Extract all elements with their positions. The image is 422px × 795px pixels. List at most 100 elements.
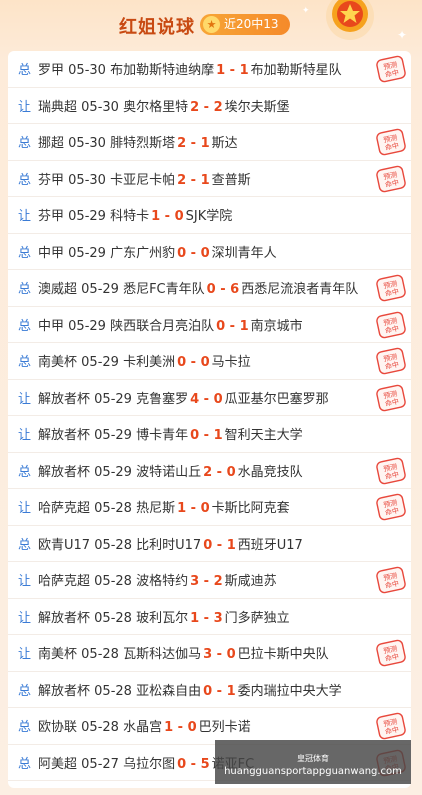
score: 1 - 0 xyxy=(177,501,210,517)
league: 罗甲 xyxy=(38,63,65,79)
away-team: 智利天主大学 xyxy=(224,428,303,444)
home-score: 4 xyxy=(190,391,200,407)
away-score: 2 xyxy=(213,574,223,590)
match-date: 05-30 xyxy=(68,63,106,79)
table-row[interactable]: 总罗甲 05-30 布加勒斯特迪纳摩 1 - 1 布加勒斯特星队 预测 命中 xyxy=(8,51,411,88)
home-score: 3 xyxy=(203,647,213,663)
away-score: 6 xyxy=(230,282,240,298)
home-score: 1 xyxy=(216,63,226,79)
league: 欧青U17 xyxy=(38,537,91,553)
match-date: 05-29 xyxy=(81,282,119,298)
home-team: 广东广州豹 xyxy=(110,245,176,261)
table-row[interactable]: 让哈萨克超 05-28 热尼斯 1 - 0 卡斯比阿克套 预测 命中 xyxy=(8,489,411,526)
score: 2 - 2 xyxy=(190,99,223,115)
league: 澳威超 xyxy=(38,282,78,298)
table-row[interactable]: 总中甲 05-29 广东广州豹 0 - 0 深圳青年人 xyxy=(8,234,411,270)
score: 4 - 0 xyxy=(190,391,223,407)
score: 0 - 0 xyxy=(177,355,210,371)
table-row[interactable]: 总挪超 05-30 腓特烈斯塔 2 - 1 斯达 预测 命中 xyxy=(8,124,411,161)
home-team: 卡亚尼卡帕 xyxy=(110,172,176,188)
table-row[interactable]: 让瑞典超 05-30 奥尔格里特 2 - 2 埃尔夫斯堡 xyxy=(8,88,411,124)
away-score: 0 xyxy=(213,391,223,407)
bet-type: 总 xyxy=(18,282,32,298)
away-team: 马卡拉 xyxy=(211,355,251,371)
away-team: 巴拉卡斯中央队 xyxy=(237,647,329,663)
score: 1 - 3 xyxy=(190,610,223,626)
bet-type: 总 xyxy=(18,537,32,553)
star-icon: ★ xyxy=(203,16,220,33)
match-date: 05-27 xyxy=(81,756,119,772)
home-team: 布加勒斯特迪纳摩 xyxy=(110,63,215,79)
match-date: 05-29 xyxy=(81,355,119,371)
away-team: 瓜亚基尔巴塞罗那 xyxy=(224,391,329,407)
league: 哈萨克超 xyxy=(38,501,91,517)
home-team: 腓特烈斯塔 xyxy=(110,136,176,152)
league: 解放者杯 xyxy=(38,391,91,407)
score: 2 - 1 xyxy=(177,136,210,152)
match-info: 中甲 05-29 广东广州豹 0 - 0 深圳青年人 xyxy=(38,242,277,261)
match-date: 05-29 xyxy=(94,464,132,480)
bet-type: 让 xyxy=(18,428,32,444)
home-team: 克鲁塞罗 xyxy=(136,391,189,407)
away-score: 0 xyxy=(226,464,236,480)
match-info: 中甲 05-29 陕西联合月亮泊队 0 - 1 南京城市 xyxy=(38,315,303,334)
match-info: 欧协联 05-28 水晶宫 1 - 0 巴列卡诺 xyxy=(38,716,251,735)
bet-type: 让 xyxy=(18,647,32,663)
watermark-url: huangguansportappguanwang.com xyxy=(224,766,402,777)
match-info: 解放者杯 05-29 波特诺山丘 2 - 0 水晶竞技队 xyxy=(38,461,303,480)
score: 1 - 0 xyxy=(164,720,197,736)
table-row[interactable]: 总欧青U17 05-28 比利时U17 0 - 1 西班牙U17 xyxy=(8,526,411,562)
score: 0 - 1 xyxy=(190,428,223,444)
away-team: 卡斯比阿克套 xyxy=(211,501,290,517)
away-team: 水晶竞技队 xyxy=(237,464,303,480)
table-row[interactable]: 总澳威超 05-29 悉尼FC青年队 0 - 6 西悉尼流浪者青年队 预测 命中 xyxy=(8,270,411,307)
table-row[interactable]: 让芬甲 05-29 科特卡 1 - 0 SJK学院 xyxy=(8,197,411,234)
bet-type: 总 xyxy=(18,683,32,699)
away-score: 1 xyxy=(226,537,236,553)
hit-stamp-icon: 预测命中 xyxy=(376,493,406,521)
away-team: 委内瑞拉中央大学 xyxy=(237,683,342,699)
bet-type: 让 xyxy=(18,209,32,225)
away-team: 西班牙U17 xyxy=(237,537,303,553)
away-score: 0 xyxy=(200,355,210,371)
table-row[interactable]: 让解放者杯 05-28 玻利瓦尔 1 - 3 门多萨独立 xyxy=(8,599,411,635)
hit-stamp-icon: 预测命中 xyxy=(376,384,406,411)
away-score: 2 xyxy=(213,99,223,115)
bet-type: 总 xyxy=(18,720,32,736)
home-team: 亚松森自由 xyxy=(136,683,202,699)
table-row[interactable]: 总解放者杯 05-28 亚松森自由 0 - 1 委内瑞拉中央大学 xyxy=(8,672,411,708)
table-row[interactable]: 总中甲 05-29 陕西联合月亮泊队 0 - 1 南京城市 预测 命中 xyxy=(8,307,411,343)
away-score: 0 xyxy=(200,245,210,261)
match-date: 05-29 xyxy=(94,428,132,444)
match-date: 05-28 xyxy=(94,537,132,553)
match-date: 05-28 xyxy=(94,610,132,626)
home-team: 波特诺山丘 xyxy=(136,464,202,480)
bet-type: 总 xyxy=(18,245,32,261)
bet-type: 总 xyxy=(18,318,32,334)
league: 南美杯 xyxy=(38,647,78,663)
record-badge-label: 近20中13 xyxy=(224,17,279,31)
bet-type: 总 xyxy=(18,63,32,79)
table-row[interactable]: 让哈萨克超 05-28 波格特约 3 - 2 斯咸迪苏 预测 命中 xyxy=(8,562,411,599)
table-row[interactable]: 让解放者杯 05-29 博卡青年 0 - 1 智利天主大学 xyxy=(8,416,411,453)
away-score: 1 xyxy=(226,683,236,699)
match-info: 解放者杯 05-29 博卡青年 0 - 1 智利天主大学 xyxy=(38,424,303,443)
table-row[interactable]: 总南美杯 05-29 卡利美洲 0 - 0 马卡拉 预测 命中 xyxy=(8,343,411,380)
table-row[interactable]: 让南美杯 05-28 瓦斯科达伽马 3 - 0 巴拉卡斯中央队 预测 命中 xyxy=(8,635,411,672)
home-score: 0 xyxy=(203,537,213,553)
score: 0 - 5 xyxy=(177,756,210,772)
league: 中甲 xyxy=(38,318,65,334)
bet-type: 总 xyxy=(18,756,32,772)
match-info: 解放者杯 05-28 亚松森自由 0 - 1 委内瑞拉中央大学 xyxy=(38,680,342,699)
table-row[interactable]: 让解放者杯 05-29 克鲁塞罗 4 - 0 瓜亚基尔巴塞罗那 预测 命中 xyxy=(8,380,411,416)
table-row[interactable]: 总解放者杯 05-29 波特诺山丘 2 - 0 水晶竞技队 预测 命中 xyxy=(8,453,411,489)
match-date: 05-29 xyxy=(68,245,106,261)
away-team: 布加勒斯特星队 xyxy=(250,63,342,79)
away-score: 5 xyxy=(200,756,210,772)
league: 芬甲 xyxy=(38,172,65,188)
home-score: 0 xyxy=(177,355,187,371)
match-date: 05-28 xyxy=(94,574,132,590)
home-score: 1 xyxy=(164,720,174,736)
table-row[interactable]: 总芬甲 05-30 卡亚尼卡帕 2 - 1 查普斯 预测 命中 xyxy=(8,161,411,197)
bet-type: 让 xyxy=(18,391,32,407)
